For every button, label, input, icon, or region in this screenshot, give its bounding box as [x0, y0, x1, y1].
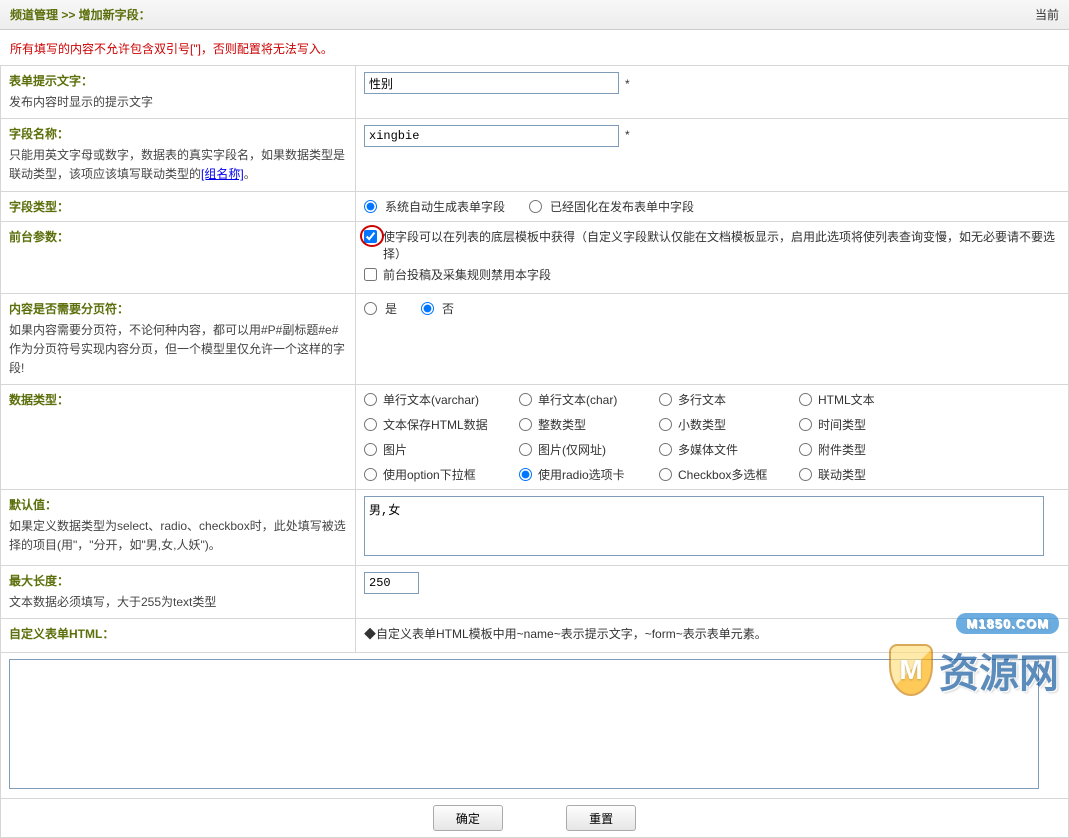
front-disable-label: 前台投稿及采集规则禁用本字段	[383, 266, 551, 283]
dtype-label: 图片	[383, 441, 407, 458]
dtype-radio-imgurl[interactable]	[519, 443, 532, 456]
dtype-label: 联动类型	[818, 466, 866, 483]
ftype-radio-auto-label: 系统自动生成表单字段	[385, 198, 505, 215]
label-tip-desc: 发布内容时显示的提示文字	[9, 93, 347, 112]
label-default-desc: 如果定义数据类型为select、radio、checkbox时，此处填写被选择的…	[9, 517, 347, 555]
dtype-radio-htmltext[interactable]	[364, 418, 377, 431]
label-name-desc: 只能用英文字母或数字，数据表的真实字段名，如果数据类型是联动类型，该项应该填写联…	[9, 146, 347, 184]
label-ftype-title: 字段类型：	[9, 198, 347, 215]
ftype-radio-fixed-label: 已经固化在发布表单中字段	[550, 198, 694, 215]
dtype-label: 使用option下拉框	[383, 466, 476, 483]
reset-button[interactable]: 重置	[566, 805, 636, 831]
dtype-label: Checkbox多选框	[678, 466, 767, 483]
warning-text: 所有填写的内容不允许包含双引号["]，否则配置将无法写入。	[0, 30, 1069, 65]
label-front-title: 前台参数：	[9, 228, 347, 245]
dtype-label: 时间类型	[818, 416, 866, 433]
required-asterisk: *	[625, 77, 630, 91]
label-paging-desc: 如果内容需要分页符，不论何种内容，都可以用#P#副标题#e#作为分页符号实现内容…	[9, 321, 347, 379]
dtype-radio-int[interactable]	[519, 418, 532, 431]
maxlen-input[interactable]	[364, 572, 419, 594]
ftype-radio-auto[interactable]	[364, 200, 377, 213]
front-listtpl-label: 使字段可以在列表的底层模板中获得（自定义字段默认仅能在文档模板显示，启用此选项将…	[383, 228, 1060, 262]
submit-button[interactable]: 确定	[433, 805, 503, 831]
dtype-radio-media[interactable]	[659, 443, 672, 456]
custom-html-textarea[interactable]	[9, 659, 1039, 789]
paging-yes-radio[interactable]	[364, 302, 377, 315]
custom-note: ◆自定义表单HTML模板中用~name~表示提示文字，~form~表示表单元素。	[364, 625, 1060, 642]
dtype-label: 小数类型	[678, 416, 726, 433]
dtype-label: 整数类型	[538, 416, 586, 433]
label-maxlen-desc: 文本数据必须填写，大于255为text类型	[9, 593, 347, 612]
dtype-radio-radio[interactable]	[519, 468, 532, 481]
label-paging-title: 内容是否需要分页符：	[9, 300, 347, 317]
label-dtype-title: 数据类型：	[9, 391, 347, 408]
label-maxlen-title: 最大长度：	[9, 572, 347, 589]
dtype-label: 单行文本(char)	[538, 391, 617, 408]
dtype-label: 使用radio选项卡	[538, 466, 625, 483]
default-textarea[interactable]: 男,女	[364, 496, 1044, 556]
paging-yes-label: 是	[385, 300, 397, 317]
dtype-radio-img[interactable]	[364, 443, 377, 456]
dtype-radio-html[interactable]	[799, 393, 812, 406]
dtype-radio-char[interactable]	[519, 393, 532, 406]
dtype-radio-varchar[interactable]	[364, 393, 377, 406]
label-custom-title: 自定义表单HTML：	[9, 625, 347, 642]
fieldname-input[interactable]	[364, 125, 619, 147]
label-name-title: 字段名称：	[9, 125, 347, 142]
dtype-label: 附件类型	[818, 441, 866, 458]
dtype-radio-multiline[interactable]	[659, 393, 672, 406]
front-disable-checkbox[interactable]	[364, 268, 377, 281]
required-asterisk: *	[625, 128, 630, 142]
tip-input[interactable]	[364, 72, 619, 94]
front-listtpl-checkbox[interactable]	[364, 230, 377, 243]
dtype-label: 多行文本	[678, 391, 726, 408]
dtype-radio-float[interactable]	[659, 418, 672, 431]
dtype-label: 单行文本(varchar)	[383, 391, 479, 408]
dtype-radio-select[interactable]	[364, 468, 377, 481]
dtype-radio-addon[interactable]	[799, 443, 812, 456]
group-name-link[interactable]: [组名称]	[201, 167, 244, 181]
label-tip-title: 表单提示文字：	[9, 72, 347, 89]
top-right-link[interactable]: 当前	[1035, 6, 1059, 23]
paging-no-radio[interactable]	[421, 302, 434, 315]
dtype-label: 图片(仅网址)	[538, 441, 606, 458]
dtype-label: 多媒体文件	[678, 441, 738, 458]
ftype-radio-fixed[interactable]	[529, 200, 542, 213]
paging-no-label: 否	[442, 300, 454, 317]
dtype-radio-datetime[interactable]	[799, 418, 812, 431]
breadcrumb: 频道管理 >> 增加新字段：	[10, 6, 151, 23]
highlight-circle	[364, 228, 383, 246]
dtype-radio-stepselect[interactable]	[799, 468, 812, 481]
dtype-radio-checkbox[interactable]	[659, 468, 672, 481]
dtype-label: 文本保存HTML数据	[383, 416, 488, 433]
dtype-label: HTML文本	[818, 391, 875, 408]
label-default-title: 默认值：	[9, 496, 347, 513]
